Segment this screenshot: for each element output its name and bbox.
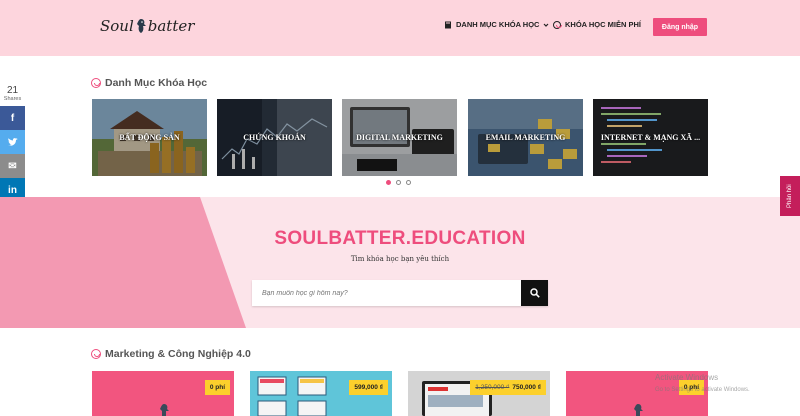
course-price-badge: 599,000 ₫ xyxy=(349,380,388,395)
hero-title: SOULBATTER.EDUCATION xyxy=(274,228,526,249)
categories-heading: Danh Mục Khóa Học xyxy=(91,77,207,89)
smile-icon xyxy=(91,78,101,88)
course-price-badge: 1,250,000 ₫ 750,000 ₫ xyxy=(470,380,546,395)
category-card-real-estate[interactable]: BẤT ĐỘNG SẢN xyxy=(92,99,207,176)
email-share-button[interactable]: ✉ xyxy=(0,154,25,178)
course-card[interactable]: 0 phí xyxy=(92,371,234,416)
facebook-share-button[interactable]: f xyxy=(0,106,25,130)
site-logo[interactable]: Soul batter xyxy=(100,14,194,38)
category-card-digital-marketing[interactable]: DIGITAL MARKETING xyxy=(342,99,457,176)
twitter-share-button[interactable] xyxy=(0,130,25,154)
course-card[interactable]: 599,000 ₫ xyxy=(250,371,392,416)
nav-category-label: DANH MỤC KHÓA HỌC xyxy=(456,20,540,29)
facebook-icon: f xyxy=(10,112,15,124)
watermark-line-1: Activate Windows xyxy=(655,373,719,382)
smile-icon xyxy=(91,349,101,359)
twitter-icon xyxy=(7,137,18,146)
courses-title: Marketing & Công Nghiệp 4.0 xyxy=(105,348,251,360)
chevron-down-icon xyxy=(544,23,549,27)
nav-category-menu[interactable]: DANH MỤC KHÓA HỌC xyxy=(444,20,549,29)
bird-logo-icon xyxy=(136,19,146,33)
category-label: BẤT ĐỘNG SẢN xyxy=(119,133,180,142)
email-icon: ✉ xyxy=(8,160,17,172)
nav-free-courses[interactable]: KHÓA HỌC MIỄN PHÍ xyxy=(553,20,641,29)
share-count-number: 21 xyxy=(6,85,19,96)
windows-activation-watermark: Activate Windows Go to Settings to activ… xyxy=(655,372,750,396)
watermark-line-2: Go to Settings to activate Windows. xyxy=(655,387,750,393)
site-header: Soul batter DANH MỤC KHÓA HỌC KHÓA HỌC M… xyxy=(0,0,800,56)
smile-icon xyxy=(553,20,562,29)
feedback-tab[interactable]: Phản hồi xyxy=(780,176,800,216)
search-input[interactable] xyxy=(252,280,521,306)
category-card-stocks[interactable]: CHỨNG KHOÁN xyxy=(217,99,332,176)
course-price: 0 phí xyxy=(209,384,225,391)
category-card-internet-social[interactable]: INTERNET & MẠNG XÃ ... xyxy=(593,99,708,176)
logo-text-right: batter xyxy=(147,17,195,35)
course-list: 0 phí 599,000 ₫ 1,250,000 ₫ 750,000 ₫ 0 p… xyxy=(92,371,708,416)
courses-heading: Marketing & Công Nghiệp 4.0 xyxy=(91,348,251,360)
categories-title: Danh Mục Khóa Học xyxy=(105,77,208,89)
category-label: DIGITAL MARKETING xyxy=(356,133,443,142)
category-label: EMAIL MARKETING xyxy=(485,133,566,142)
carousel-dot-2[interactable] xyxy=(396,180,401,185)
category-label: INTERNET & MẠNG XÃ ... xyxy=(600,133,701,142)
share-count: 21 Shares xyxy=(0,84,25,106)
logo-text-left: Soul xyxy=(100,17,134,35)
category-carousel: BẤT ĐỘNG SẢN CHỨNG KHOÁN DIGITAL MARKETI… xyxy=(92,99,708,176)
hero-subtitle: Tìm khóa học bạn yêu thích xyxy=(350,255,450,263)
course-card[interactable]: 1,250,000 ₫ 750,000 ₫ xyxy=(408,371,550,416)
carousel-dots xyxy=(386,180,411,185)
bird-logo-icon xyxy=(160,404,169,416)
bird-logo-icon xyxy=(634,404,643,416)
carousel-dot-3[interactable] xyxy=(406,180,411,185)
course-price: 599,000 ₫ xyxy=(354,384,383,391)
nav-free-label: KHÓA HỌC MIỄN PHÍ xyxy=(565,20,641,29)
search-button[interactable] xyxy=(521,280,548,306)
search-icon xyxy=(529,288,540,298)
course-price: 750,000 ₫ xyxy=(512,384,541,391)
linkedin-icon: in xyxy=(8,184,17,196)
book-icon xyxy=(445,21,451,28)
login-button[interactable]: Đăng nhập xyxy=(653,18,707,36)
social-share-bar: 21 Shares f ✉ in xyxy=(0,84,25,202)
course-old-price: 1,250,000 ₫ xyxy=(475,384,510,391)
category-card-email-marketing[interactable]: EMAIL MARKETING xyxy=(468,99,583,176)
course-search xyxy=(252,280,548,306)
course-price-badge: 0 phí xyxy=(204,380,230,395)
category-label: CHỨNG KHOÁN xyxy=(243,133,306,142)
carousel-dot-1[interactable] xyxy=(386,180,391,185)
share-count-label: Shares xyxy=(3,96,22,102)
